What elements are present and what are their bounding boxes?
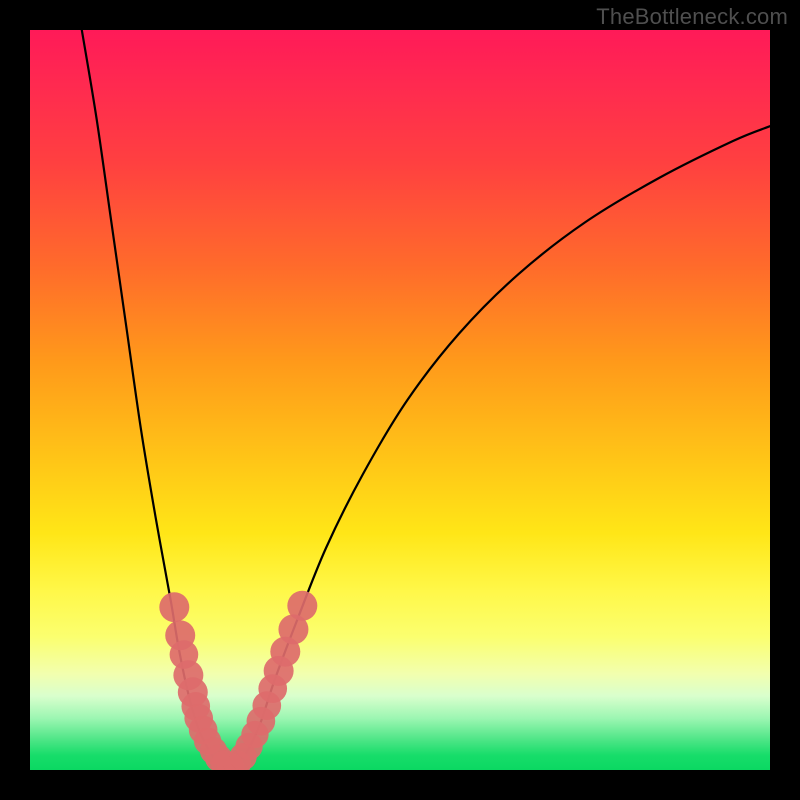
curve-layer bbox=[30, 30, 770, 770]
watermark-text: TheBottleneck.com bbox=[596, 4, 788, 30]
chart-frame: TheBottleneck.com bbox=[0, 0, 800, 800]
bead-marker bbox=[159, 592, 189, 622]
left-branch-curve bbox=[82, 30, 230, 768]
beads-group bbox=[159, 591, 317, 770]
right-branch-curve bbox=[230, 126, 770, 768]
bead-marker bbox=[287, 591, 317, 621]
plot-area bbox=[30, 30, 770, 770]
